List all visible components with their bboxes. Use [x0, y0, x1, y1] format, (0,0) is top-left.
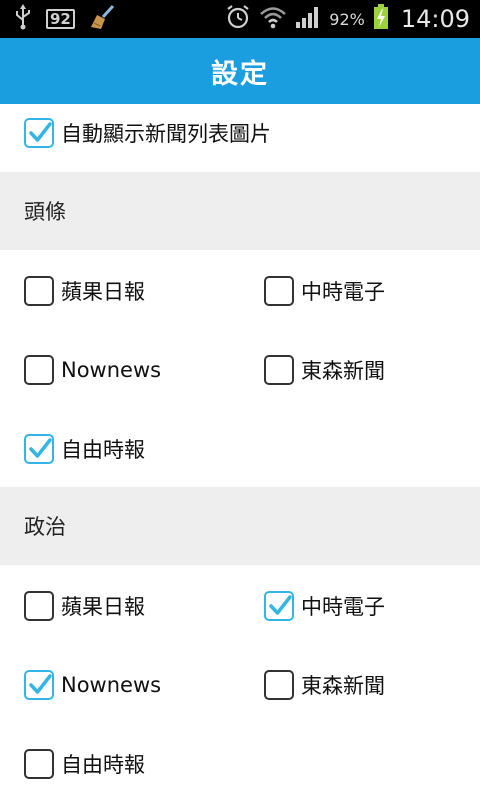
checkbox-icon[interactable] — [24, 434, 54, 464]
battery-percent: 92% — [329, 9, 365, 29]
broom-icon — [89, 4, 115, 33]
politics-nownews-checkbox[interactable]: Nownews — [24, 670, 161, 700]
checkbox-row: Nownews 東森新聞 — [0, 644, 480, 723]
wifi-icon — [259, 5, 287, 33]
checkbox-icon[interactable] — [264, 355, 294, 385]
checkbox-icon[interactable] — [264, 591, 294, 621]
auto-image-checkbox[interactable]: 自動顯示新聞列表圖片 — [24, 118, 271, 148]
checkbox-row: 自由時報 — [0, 723, 480, 800]
battery-charging-icon — [373, 4, 389, 34]
checkbox-icon[interactable] — [24, 749, 54, 779]
signal-icon — [295, 5, 321, 33]
checkbox-label: 蘋果日報 — [61, 280, 145, 304]
politics-apple-daily-checkbox[interactable]: 蘋果日報 — [24, 591, 145, 621]
checkbox-label: 中時電子 — [301, 280, 385, 304]
checkbox-row: 自由時報 — [0, 408, 480, 487]
checkbox-icon[interactable] — [24, 591, 54, 621]
checkbox-icon[interactable] — [24, 276, 54, 306]
checkbox-label: 自由時報 — [61, 438, 145, 462]
checkbox-label: Nownews — [61, 358, 162, 382]
notification-badge: 92 — [46, 9, 75, 29]
settings-list: 自動顯示新聞列表圖片 頭條 蘋果日報 中時電子 Nownews 東森新聞 自由時… — [0, 104, 480, 800]
clock: 14:09 — [400, 5, 470, 33]
checkbox-label: 東森新聞 — [301, 674, 385, 698]
checkbox-row: 蘋果日報 中時電子 — [0, 565, 480, 644]
checkbox-row: 蘋果日報 中時電子 — [0, 250, 480, 329]
checkbox-label: 中時電子 — [301, 595, 385, 619]
checkbox-label: 自動顯示新聞列表圖片 — [61, 122, 271, 146]
checkbox-icon[interactable] — [264, 670, 294, 700]
checkbox-icon[interactable] — [264, 276, 294, 306]
action-bar: 設定 — [0, 38, 480, 104]
section-title: 頭條 — [24, 200, 66, 224]
checkbox-label: 自由時報 — [61, 753, 145, 777]
section-title: 政治 — [24, 515, 66, 539]
headlines-china-times-checkbox[interactable]: 中時電子 — [264, 276, 385, 306]
politics-ettoday-checkbox[interactable]: 東森新聞 — [264, 670, 385, 700]
checkbox-icon[interactable] — [24, 355, 54, 385]
headlines-apple-daily-checkbox[interactable]: 蘋果日報 — [24, 276, 145, 306]
checkbox-label: 蘋果日報 — [61, 595, 145, 619]
status-bar: 92 92% 14:09 — [0, 0, 480, 38]
settings-row: 自動顯示新聞列表圖片 — [0, 104, 480, 172]
checkbox-label: 東森新聞 — [301, 359, 385, 383]
checkbox-icon[interactable] — [24, 670, 54, 700]
checkbox-row: Nownews 東森新聞 — [0, 329, 480, 408]
usb-icon — [14, 4, 32, 34]
politics-liberty-times-checkbox[interactable]: 自由時報 — [24, 749, 145, 779]
headlines-liberty-times-checkbox[interactable]: 自由時報 — [24, 434, 145, 464]
section-header-politics: 政治 — [0, 487, 480, 565]
page-title: 設定 — [211, 58, 269, 90]
section-header-headlines: 頭條 — [0, 172, 480, 250]
checkbox-label: Nownews — [61, 673, 162, 697]
checkbox-icon[interactable] — [24, 118, 54, 148]
headlines-nownews-checkbox[interactable]: Nownews — [24, 355, 161, 385]
alarm-icon — [225, 4, 251, 34]
politics-china-times-checkbox[interactable]: 中時電子 — [264, 591, 385, 621]
headlines-ettoday-checkbox[interactable]: 東森新聞 — [264, 355, 385, 385]
